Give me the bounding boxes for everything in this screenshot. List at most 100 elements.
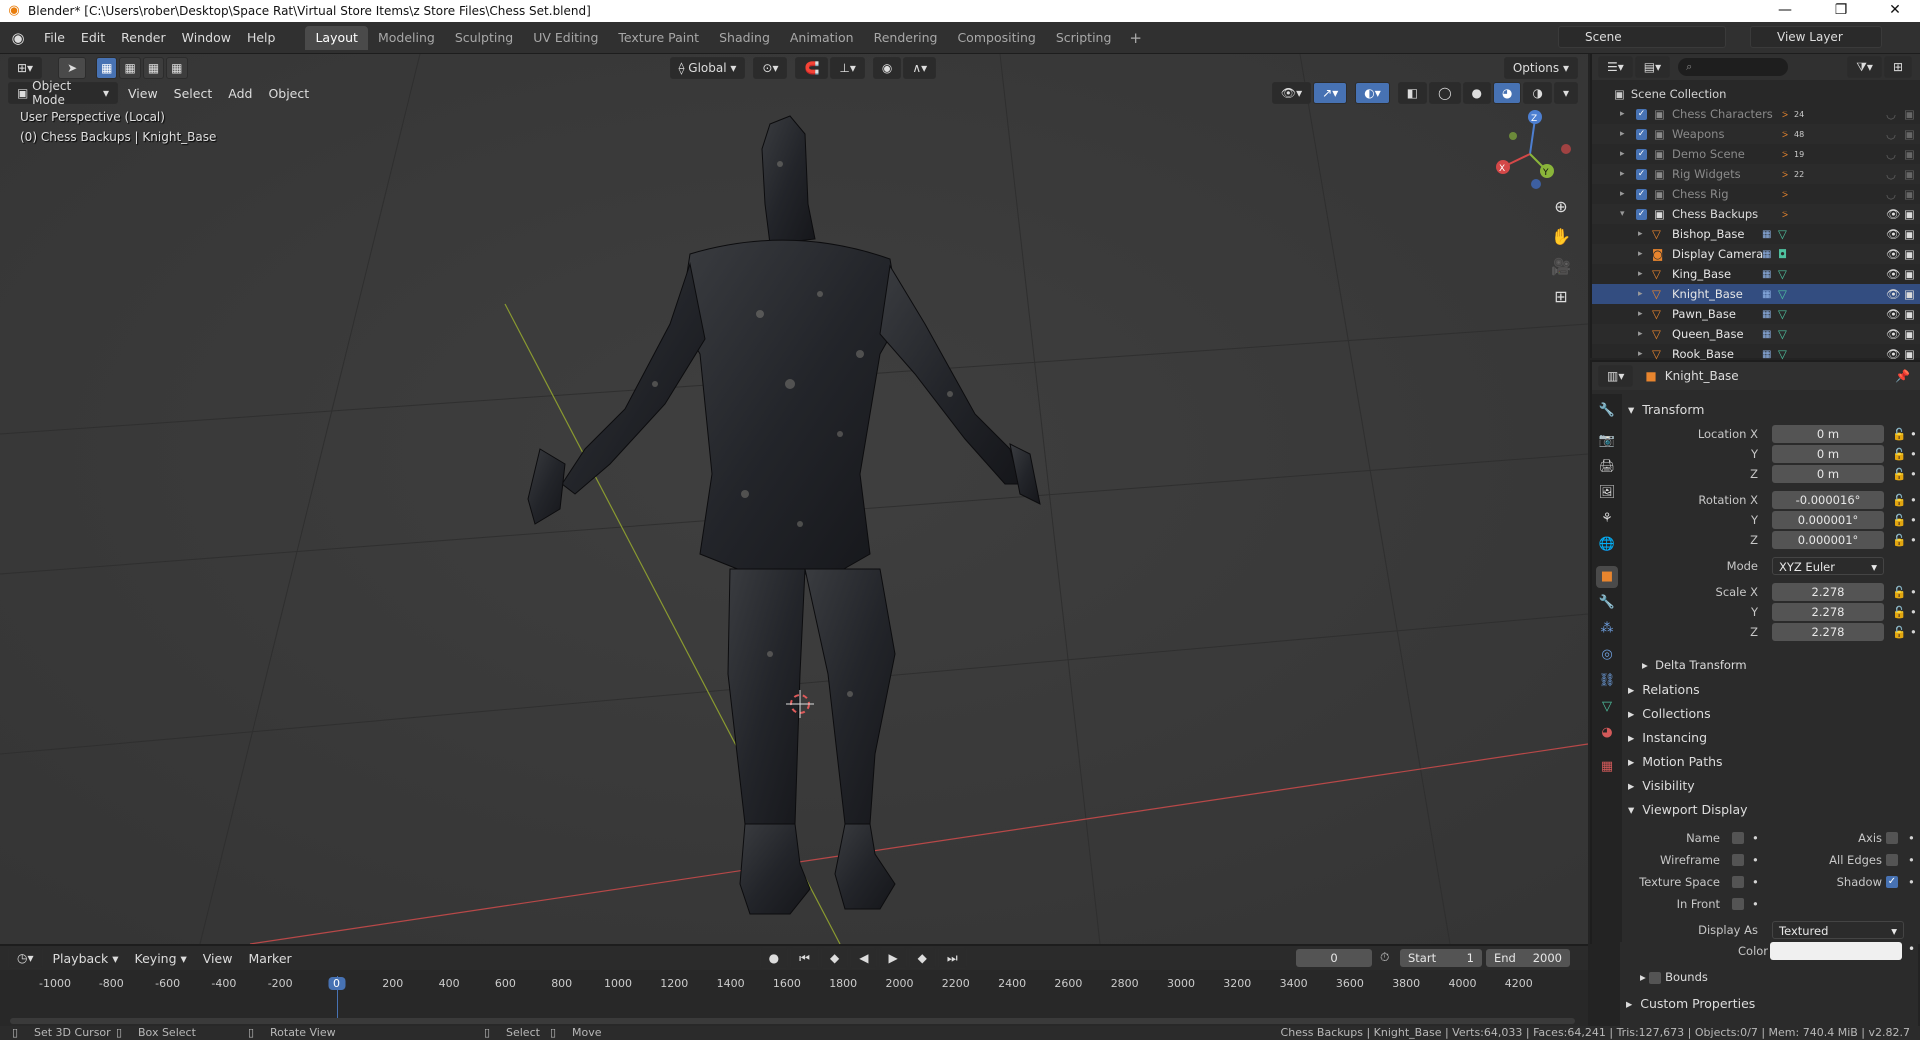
lock-icon[interactable]: 🔓 [1892, 625, 1906, 639]
location-y-field[interactable]: 0 m [1772, 445, 1884, 463]
motion-paths-section[interactable]: ▸ Motion Paths [1628, 754, 1723, 769]
rendered-shading-icon[interactable]: ◑ [1523, 82, 1552, 104]
disclosure-icon[interactable]: ▸ [1620, 169, 1625, 179]
timeline-scrollbar[interactable] [10, 1018, 1575, 1024]
delta-transform-section[interactable]: ▸ Delta Transform [1642, 658, 1747, 672]
view-layer-tab-icon[interactable]: 🖼 [1596, 482, 1618, 504]
eye-icon[interactable]: 👁 [1886, 347, 1901, 361]
current-frame-field[interactable]: 0 [1296, 949, 1372, 967]
scale-x-field[interactable]: 2.278 [1772, 583, 1884, 601]
gizmo-toggle-icon[interactable]: ↗▾ [1313, 82, 1348, 104]
menu-help[interactable]: Help [239, 22, 284, 54]
play-icon[interactable]: ▶ [879, 947, 907, 969]
eye-icon[interactable]: 👁 [1886, 247, 1901, 261]
collection-checkbox[interactable]: ✓ [1636, 148, 1647, 160]
menu-render[interactable]: Render [113, 22, 174, 54]
timeline-menu-marker[interactable]: Marker [240, 951, 299, 966]
collection-checkbox[interactable]: ✓ [1636, 128, 1647, 140]
tab-scripting[interactable]: Scripting [1046, 26, 1122, 50]
eye-icon[interactable]: 👁 [1886, 267, 1901, 281]
transform-section[interactable]: ▾ Transform [1628, 402, 1704, 417]
camera-view-icon[interactable]: 🎥 [1548, 254, 1574, 280]
tab-sculpting[interactable]: Sculpting [445, 26, 523, 50]
snap-icon[interactable]: 🧲 [795, 57, 829, 79]
name-checkbox[interactable] [1732, 832, 1744, 844]
select-mode-intersect-icon[interactable]: ▦ [166, 57, 188, 79]
timeline-menu-playback[interactable]: Playback ▾ [45, 951, 127, 966]
disclosure-icon[interactable]: ▸ [1638, 289, 1643, 299]
view-layer-selector[interactable]: View Layer [1750, 26, 1882, 48]
new-collection-icon[interactable]: ⊞ [1883, 56, 1912, 78]
data-tab-icon[interactable]: ▽ [1596, 696, 1618, 718]
tool-tab-icon[interactable]: 🔧 [1596, 400, 1618, 422]
render-tab-icon[interactable]: 📷 [1596, 430, 1618, 452]
location-x-field[interactable]: 0 m [1772, 425, 1884, 443]
blender-menu-icon[interactable]: ◉ [0, 29, 36, 47]
modifier-tab-icon[interactable]: 🔧 [1596, 592, 1618, 614]
playhead-frame-label[interactable]: 0 [328, 977, 345, 990]
camera-render-icon[interactable]: ▣ [1904, 307, 1915, 321]
collection-row[interactable]: ▸ ✓ ▣ Demo Scene ⍩ 19 ◡ ▣ [1592, 144, 1920, 164]
falloff-icon[interactable]: ∧▾ [903, 57, 937, 79]
disclosure-icon[interactable]: ▸ [1620, 109, 1625, 119]
camera-render-icon[interactable]: ▣ [1904, 267, 1915, 281]
perspective-toggle-icon[interactable]: ⊞ [1548, 284, 1574, 310]
tab-animation[interactable]: Animation [780, 26, 864, 50]
eye-icon[interactable]: ◡ [1886, 107, 1896, 121]
close-button[interactable]: ✕ [1872, 0, 1918, 22]
texture-space-checkbox[interactable] [1732, 876, 1744, 888]
zoom-icon[interactable]: ⊕ [1548, 194, 1574, 220]
menu-file[interactable]: File [36, 22, 73, 54]
scale-z-field[interactable]: 2.278 [1772, 623, 1884, 641]
shadow-checkbox[interactable]: ✓ [1886, 876, 1898, 888]
disclosure-icon[interactable]: ▸ [1620, 129, 1625, 139]
timeline-menu-view[interactable]: View [195, 951, 241, 966]
keyframe-dot-icon[interactable]: • [1908, 875, 1915, 889]
pivot-point-icon[interactable]: ⊙▾ [753, 57, 788, 79]
location-z-field[interactable]: 0 m [1772, 465, 1884, 483]
tab-texture-paint[interactable]: Texture Paint [608, 26, 709, 50]
eye-icon[interactable]: 👁 [1886, 227, 1901, 241]
camera-render-icon[interactable]: ▣ [1904, 107, 1915, 121]
disclosure-icon[interactable]: ▸ [1638, 229, 1643, 239]
select-tool-icon[interactable]: ➤ [58, 57, 87, 79]
in-front-checkbox[interactable] [1732, 898, 1744, 910]
eye-icon[interactable]: ◡ [1886, 187, 1896, 201]
camera-render-icon[interactable]: ▣ [1904, 127, 1915, 141]
camera-render-icon[interactable]: ▣ [1904, 187, 1915, 201]
mode-dropdown[interactable]: ▣ Object Mode ▾ [8, 79, 118, 107]
collections-section[interactable]: ▸ Collections [1628, 706, 1711, 721]
keyframe-dot-icon[interactable]: • [1910, 625, 1917, 639]
wireframe-shading-icon[interactable]: ◯ [1429, 82, 1461, 104]
lock-icon[interactable]: 🔓 [1892, 605, 1906, 619]
keyframe-dot-icon[interactable]: • [1752, 897, 1759, 911]
bounds-checkbox[interactable] [1649, 971, 1662, 984]
disclosure-icon[interactable]: ▸ [1638, 309, 1643, 319]
record-icon[interactable]: ● [759, 947, 789, 969]
rotation-z-field[interactable]: 0.000001° [1772, 531, 1884, 549]
disclosure-icon[interactable]: ▸ [1638, 349, 1643, 359]
add-workspace-icon[interactable]: + [1121, 29, 1150, 47]
lock-icon[interactable]: 🔓 [1892, 427, 1906, 441]
viewport-menu-select[interactable]: Select [166, 86, 221, 101]
jump-keyframe-back-icon[interactable]: ◆ [820, 947, 849, 969]
eye-icon[interactable]: ◡ [1886, 147, 1896, 161]
outliner-object-row[interactable]: ▸ ◙ Display Camera ▦ ◘ 👁 ▣ [1592, 244, 1920, 264]
keyframe-dot-icon[interactable]: • [1910, 467, 1917, 481]
axis-checkbox[interactable] [1886, 832, 1898, 844]
world-tab-icon[interactable]: 🌐 [1596, 534, 1618, 556]
menu-edit[interactable]: Edit [73, 22, 113, 54]
camera-render-icon[interactable]: ▣ [1904, 167, 1915, 181]
output-tab-icon[interactable]: 🖨 [1596, 456, 1618, 478]
editor-type-icon[interactable]: ⊞▾ [8, 57, 43, 79]
jump-end-icon[interactable]: ⏭ [937, 947, 967, 969]
keyframe-dot-icon[interactable]: • [1752, 831, 1759, 845]
camera-render-icon[interactable]: ▣ [1904, 347, 1915, 361]
wireframe-checkbox[interactable] [1732, 854, 1744, 866]
overlays-toggle-icon[interactable]: ◐▾ [1355, 82, 1390, 104]
keyframe-dot-icon[interactable]: • [1910, 447, 1917, 461]
collection-checkbox[interactable]: ✓ [1636, 168, 1647, 180]
keyframe-dot-icon[interactable]: • [1908, 831, 1915, 845]
lock-icon[interactable]: 🔓 [1892, 533, 1906, 547]
xray-icon[interactable]: ◧ [1397, 82, 1428, 104]
